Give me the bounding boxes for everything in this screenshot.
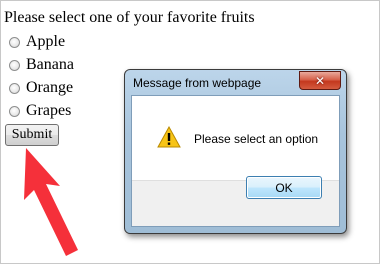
form-prompt: Please select one of your favorite fruit… — [4, 9, 255, 26]
alert-dialog: Message from webpage ✕ Please select an … — [124, 69, 347, 234]
radio-option-banana[interactable]: Banana — [9, 55, 74, 75]
ok-button[interactable]: OK — [246, 176, 322, 199]
arrow-up-icon — [24, 148, 78, 256]
radio-button[interactable] — [9, 82, 20, 94]
radio-label: Banana — [26, 56, 74, 73]
radio-button[interactable] — [9, 59, 20, 71]
message-area: Please select an option — [132, 96, 339, 180]
radio-label: Grapes — [26, 102, 72, 119]
dialog-title: Message from webpage — [133, 76, 262, 90]
radio-option-orange[interactable]: Orange — [9, 78, 73, 98]
close-button[interactable]: ✕ — [299, 71, 341, 90]
radio-button[interactable] — [9, 105, 20, 117]
warning-icon — [157, 126, 181, 148]
radio-label: Apple — [26, 33, 66, 50]
close-icon: ✕ — [314, 73, 326, 88]
radio-label: Orange — [26, 79, 74, 96]
dialog-message: Please select an option — [194, 132, 319, 146]
dialog-body: Please select an option — [131, 95, 340, 227]
submit-button[interactable]: Submit — [5, 124, 59, 146]
radio-option-grapes[interactable]: Grapes — [9, 101, 71, 121]
radio-button[interactable] — [9, 36, 20, 48]
radio-option-apple[interactable]: Apple — [9, 32, 65, 52]
